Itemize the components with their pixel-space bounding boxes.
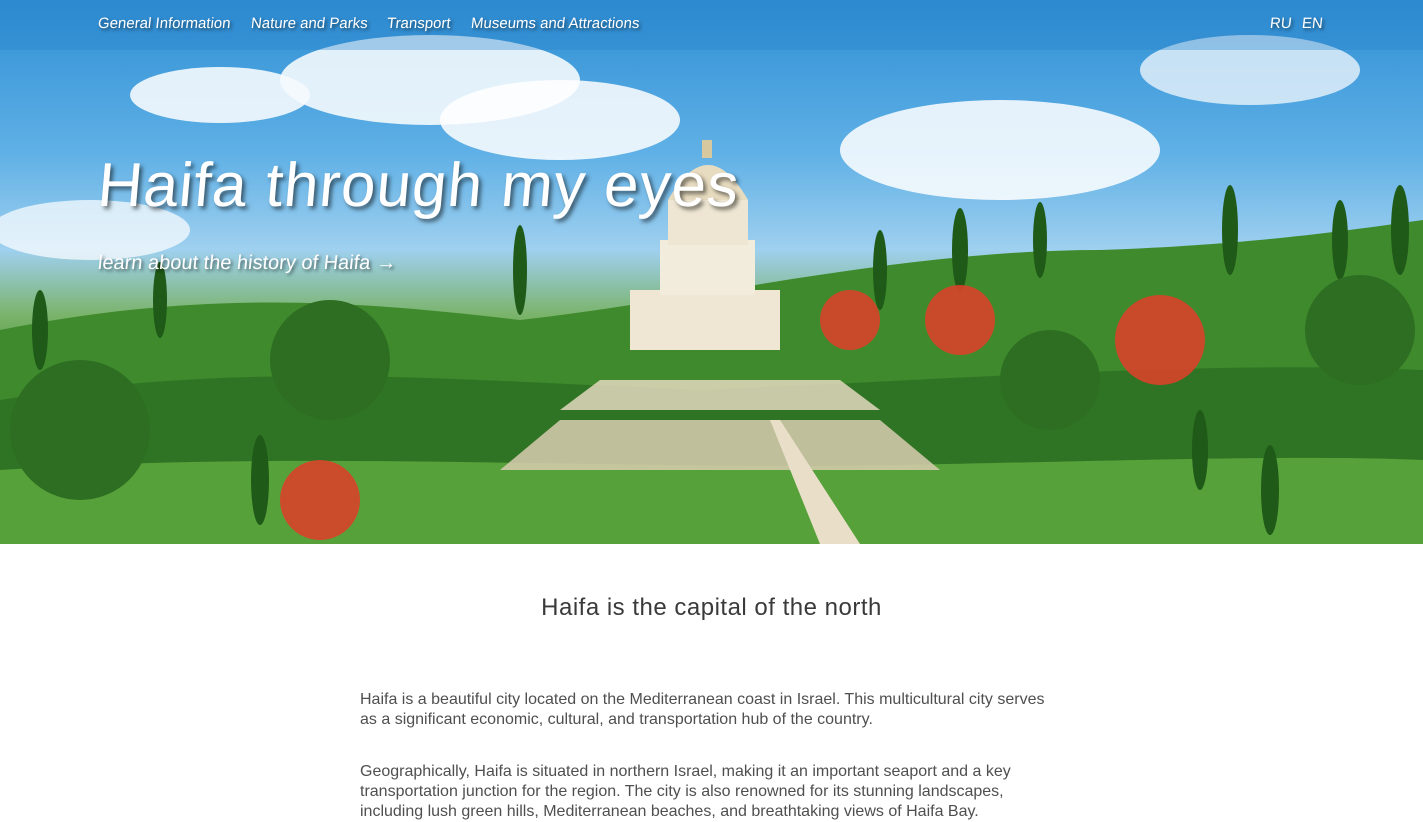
intro-paragraph: Haifa is a beautiful city located on the… <box>360 691 1045 728</box>
lang-ru-link[interactable]: RU <box>1270 15 1293 32</box>
hero-title: Haifa through my eyes <box>94 151 743 220</box>
nav-general-information[interactable]: General Information <box>97 15 231 32</box>
nav-museums-and-attractions[interactable]: Museums and Attractions <box>470 15 640 32</box>
main-nav: General Information Nature and Parks Tra… <box>97 15 640 32</box>
lang-en-link[interactable]: EN <box>1301 15 1324 32</box>
history-link-label: learn about the history of Haifa <box>96 252 372 274</box>
nav-nature-and-parks[interactable]: Nature and Parks <box>250 15 369 32</box>
language-switcher: RU EN <box>1270 15 1324 32</box>
nav-transport[interactable]: Transport <box>386 15 451 32</box>
history-link[interactable]: learn about the history of Haifa → <box>97 252 398 275</box>
geography-paragraph: Geographically, Haifa is situated in nor… <box>360 763 1011 820</box>
arrow-right-icon: → <box>375 252 398 274</box>
hero-banner: General Information Nature and Parks Tra… <box>0 0 1423 544</box>
top-navigation-bar: General Information Nature and Parks Tra… <box>0 0 1423 50</box>
section-title: Haifa is the capital of the north <box>541 594 882 621</box>
